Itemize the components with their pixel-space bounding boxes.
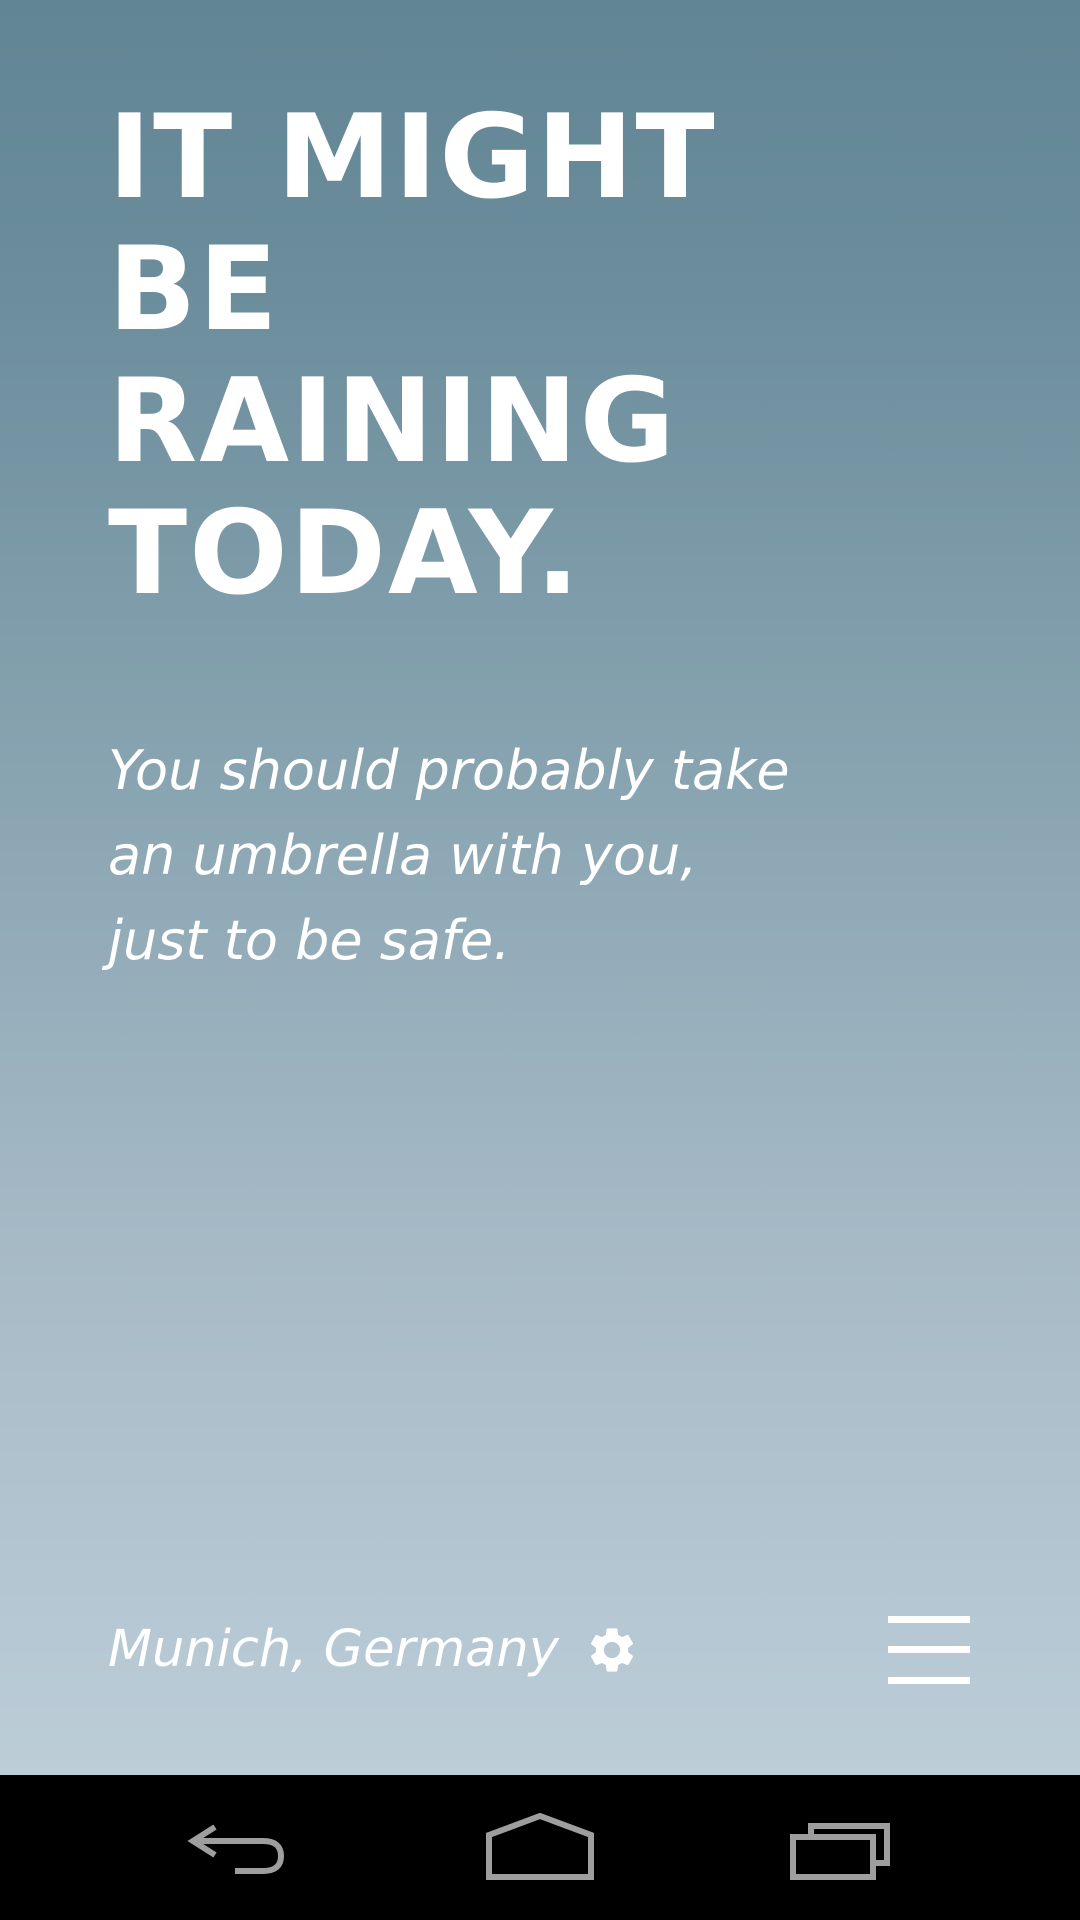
menu-line-top bbox=[888, 1616, 970, 1623]
weather-screen: IT MIGHT BE RAINING TODAY. You should pr… bbox=[0, 0, 1080, 1775]
advice-line-1: You should probably take bbox=[108, 739, 790, 802]
headline-line-1: IT MIGHT bbox=[108, 90, 717, 225]
weather-advice: You should probably take an umbrella wit… bbox=[108, 728, 928, 983]
advice-line-3: just to be safe. bbox=[108, 909, 511, 972]
recent-apps-icon bbox=[790, 1822, 890, 1880]
weather-headline: IT MIGHT BE RAINING TODAY. bbox=[108, 92, 1008, 620]
back-button[interactable] bbox=[160, 1775, 320, 1920]
gear-icon bbox=[590, 1628, 633, 1672]
headline-line-2: BE bbox=[108, 222, 280, 357]
hamburger-menu-icon[interactable] bbox=[888, 1616, 970, 1684]
location-label: Munich, Germany bbox=[108, 1620, 559, 1679]
location-settings-button[interactable]: Munich, Germany bbox=[108, 1610, 639, 1690]
menu-line-bottom bbox=[888, 1677, 970, 1684]
headline-line-4: TODAY. bbox=[108, 486, 582, 621]
system-navigation-bar bbox=[0, 1775, 1080, 1920]
back-icon bbox=[187, 1823, 285, 1874]
footer-bar: Munich, Germany bbox=[108, 1610, 970, 1690]
advice-line-2: an umbrella with you, bbox=[108, 824, 698, 887]
headline-line-3: RAINING bbox=[108, 354, 677, 489]
recent-apps-button[interactable] bbox=[763, 1775, 923, 1920]
menu-line-middle bbox=[888, 1646, 970, 1653]
home-icon bbox=[486, 1812, 594, 1880]
home-button[interactable] bbox=[460, 1775, 620, 1920]
